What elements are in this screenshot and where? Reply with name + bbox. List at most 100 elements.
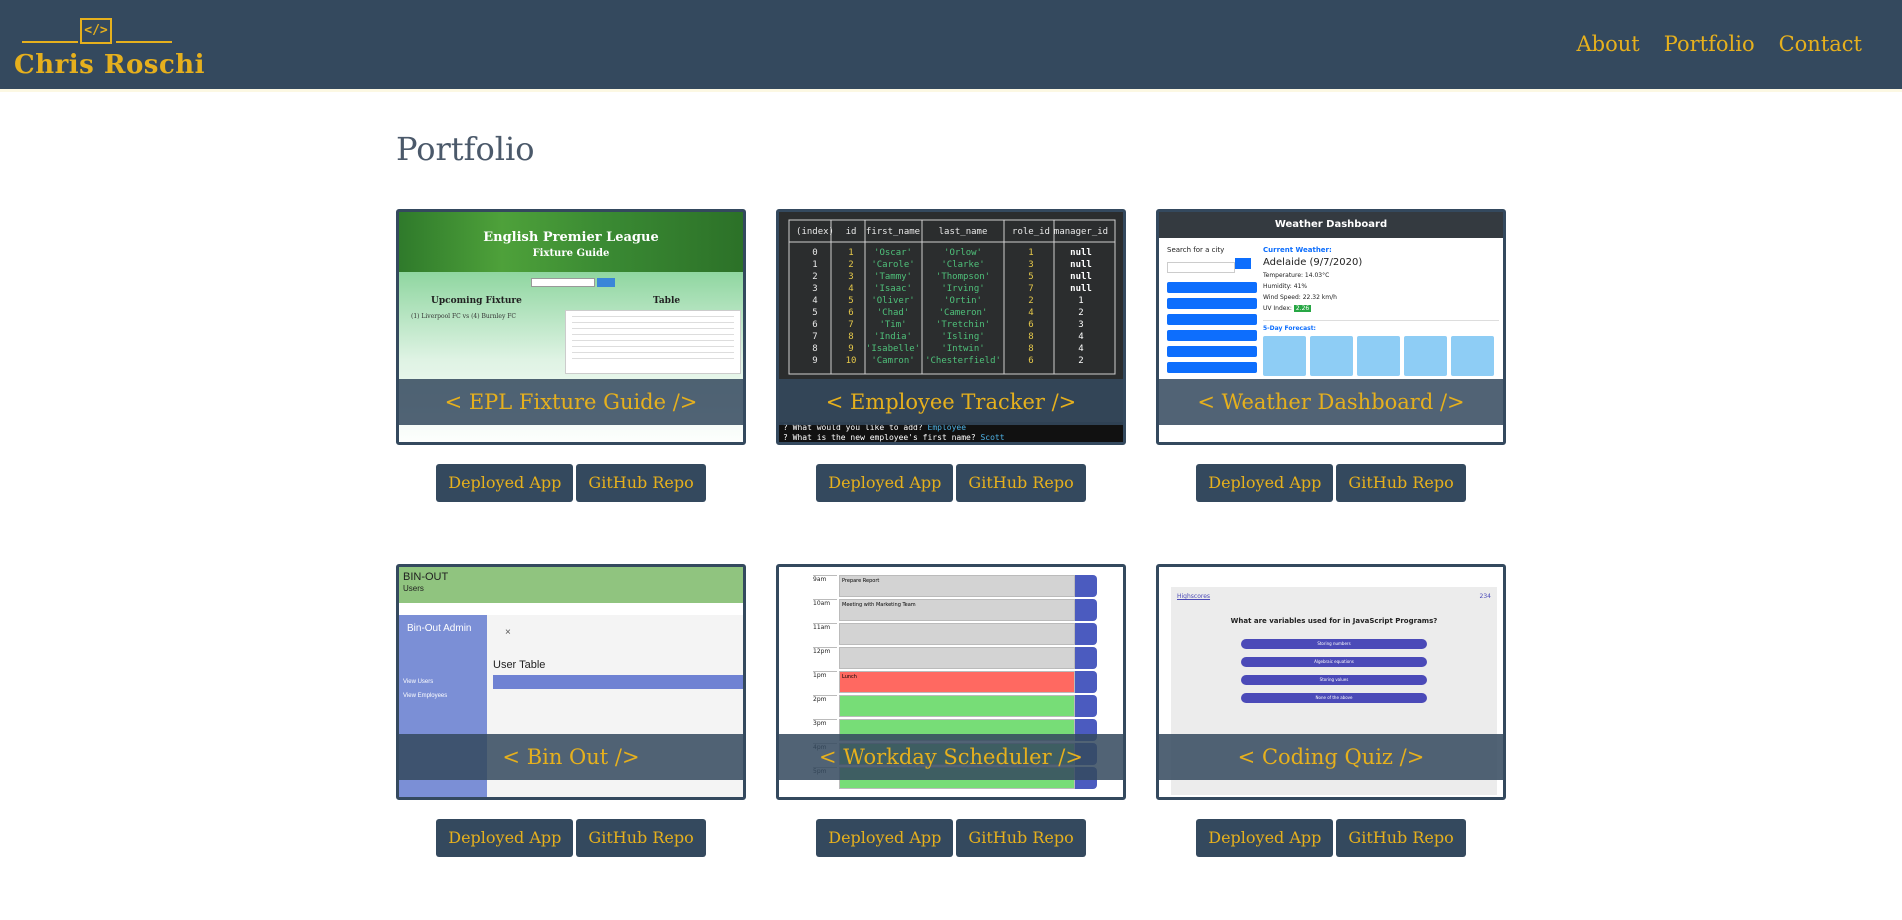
- nav-links: About Portfolio Contact: [1576, 32, 1862, 56]
- table-cell: 'Tammy': [874, 272, 912, 282]
- table-cell: 6: [848, 308, 853, 318]
- table-cell: 'Orlow': [944, 248, 982, 258]
- table-cell: 3: [848, 272, 853, 282]
- deployed-app-button[interactable]: Deployed App: [816, 819, 954, 857]
- deployed-app-button[interactable]: Deployed App: [436, 464, 574, 502]
- project-links: Deployed App GitHub Repo: [1156, 819, 1506, 857]
- logo-line-left: [22, 41, 78, 43]
- city-date: Adelaide (9/7/2020): [1263, 257, 1363, 268]
- save-icon: [1075, 647, 1097, 669]
- forecast-day: [1451, 336, 1494, 376]
- github-repo-button[interactable]: GitHub Repo: [956, 464, 1086, 502]
- table-cell: 7: [848, 320, 853, 330]
- forecast-days: [1263, 336, 1499, 376]
- project-title: < Bin Out />: [399, 734, 743, 780]
- deployed-app-button[interactable]: Deployed App: [1196, 819, 1334, 857]
- table-cell: 'Isabelle': [866, 344, 920, 354]
- table-header-cell: role_id: [1012, 227, 1050, 237]
- github-repo-button[interactable]: GitHub Repo: [956, 819, 1086, 857]
- table-cell: 3: [1028, 260, 1033, 270]
- table-cell: 5: [812, 308, 817, 318]
- table-cell: 10: [846, 356, 857, 366]
- github-repo-button[interactable]: GitHub Repo: [576, 464, 706, 502]
- hour-label: 11am: [813, 623, 837, 631]
- project-preview-epl[interactable]: English Premier League Fixture Guide Upc…: [396, 209, 746, 445]
- table-cell: 6: [1028, 320, 1033, 330]
- quiz-option: Storing numbers: [1241, 639, 1427, 649]
- project-preview-coding-quiz[interactable]: Highscores 234 What are variables used f…: [1156, 564, 1506, 800]
- prompt-line: ? What is the new employee's first name?…: [783, 433, 1005, 442]
- epl-subtitle: Fixture Guide: [532, 248, 610, 259]
- quiz-option: Algebraic equations: [1241, 657, 1427, 667]
- code-icon: </>: [80, 18, 112, 44]
- search-icon: [1235, 258, 1251, 269]
- brand-logo[interactable]: </> Chris Roschi: [14, 14, 205, 80]
- hour-label: 1pm: [813, 671, 837, 679]
- search-input: [1167, 262, 1235, 273]
- project-links: Deployed App GitHub Repo: [1156, 464, 1506, 502]
- github-repo-button[interactable]: GitHub Repo: [576, 819, 706, 857]
- table-cell: 'Oscar': [874, 248, 912, 258]
- table-header-cell: first_name: [866, 227, 920, 237]
- forecast-day: [1310, 336, 1353, 376]
- hour-label: 2pm: [813, 695, 837, 703]
- project-preview-workday-scheduler[interactable]: 9am Prepare Report 10am Meeting with Market…: [776, 564, 1126, 800]
- table-cell: 'Camron': [871, 356, 914, 366]
- table-cell: 'Thompson': [936, 272, 990, 282]
- divider: [1263, 320, 1499, 321]
- forecast-day: [1357, 336, 1400, 376]
- wind-speed: Wind Speed: 22.32 km/h: [1263, 294, 1337, 301]
- project-card-employee-tracker: (index) id first_name last_name role_id manag…: [776, 209, 1126, 502]
- forecast-label: 5-Day Forecast:: [1263, 325, 1316, 332]
- project-preview-bin-out[interactable]: BIN-OUT Users Bin-Out Admin View Users V…: [396, 564, 746, 800]
- table-cell: 0: [812, 248, 817, 258]
- table-cell: 5: [848, 296, 853, 306]
- hour-label: 9am: [813, 575, 837, 583]
- deployed-app-button[interactable]: Deployed App: [816, 464, 954, 502]
- save-icon: [1075, 671, 1097, 693]
- city-button: [1167, 282, 1257, 293]
- table-cell: 1: [1028, 248, 1033, 258]
- table-cell: 'Isling': [941, 332, 984, 342]
- table-cell: null: [1070, 248, 1092, 258]
- city-button: [1167, 330, 1257, 341]
- table-cell: 'Clarke': [941, 260, 984, 270]
- table-header-cell: id: [846, 227, 857, 237]
- table-cell: 6: [812, 320, 817, 330]
- project-card-workday-scheduler: 9am Prepare Report 10am Meeting with Market…: [776, 564, 1126, 857]
- save-icon: [1075, 623, 1097, 645]
- upcoming-fixture-heading: Upcoming Fixture: [431, 296, 522, 306]
- close-icon: ×: [505, 627, 511, 638]
- table-cell: 'India': [874, 332, 912, 342]
- time-block: Lunch: [839, 671, 1075, 693]
- nav-portfolio[interactable]: Portfolio: [1664, 32, 1755, 56]
- table-cell: 4: [1078, 344, 1083, 354]
- table-cell: 8: [812, 344, 817, 354]
- save-icon: [1075, 695, 1097, 717]
- navbar: </> Chris Roschi About Portfolio Contact: [0, 0, 1902, 92]
- table-cell: 1: [812, 260, 817, 270]
- table-cell: 'Tim': [879, 320, 906, 330]
- table-cell: 'Isaac': [874, 284, 912, 294]
- github-repo-button[interactable]: GitHub Repo: [1336, 464, 1466, 502]
- table-cell: 4: [1078, 332, 1083, 342]
- highscores-link: Highscores: [1177, 593, 1211, 600]
- table-cell: 4: [1028, 308, 1033, 318]
- project-preview-weather[interactable]: Weather Dashboard Search for a city Curr…: [1156, 209, 1506, 445]
- table-cell: 7: [812, 332, 817, 342]
- github-repo-button[interactable]: GitHub Repo: [1336, 819, 1466, 857]
- table-cell: 'Intwin': [941, 344, 984, 354]
- table-cell: 8: [848, 332, 853, 342]
- nav-about[interactable]: About: [1576, 32, 1639, 56]
- bin-app-name: BIN-OUT: [403, 571, 449, 583]
- time-block: [839, 695, 1075, 717]
- time-block: Meeting with Marketing Team: [839, 599, 1075, 621]
- table-cell: 9: [848, 344, 853, 354]
- project-links: Deployed App GitHub Repo: [776, 464, 1126, 502]
- deployed-app-button[interactable]: Deployed App: [1196, 464, 1334, 502]
- table-cell: 'Chesterfield': [925, 356, 1001, 366]
- epl-banner: English Premier League Fixture Guide: [399, 212, 743, 272]
- project-preview-employee-tracker[interactable]: (index) id first_name last_name role_id manag…: [776, 209, 1126, 445]
- nav-contact[interactable]: Contact: [1779, 32, 1862, 56]
- deployed-app-button[interactable]: Deployed App: [436, 819, 574, 857]
